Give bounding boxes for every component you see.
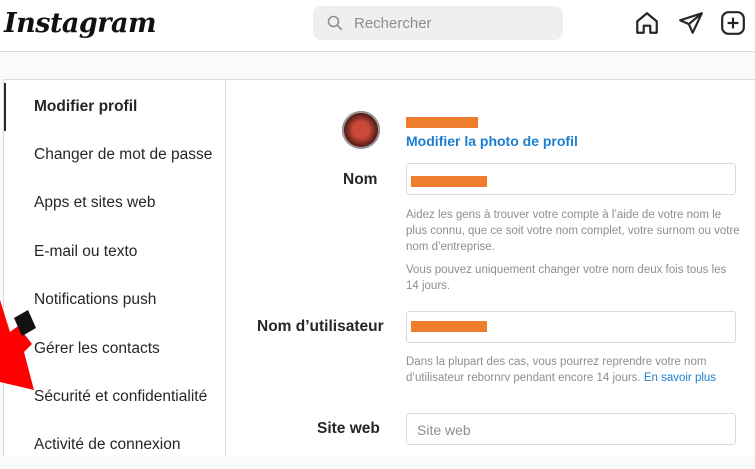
search-placeholder: Rechercher bbox=[354, 15, 432, 32]
settings-panel: Modifier profil Changer de mot de passe … bbox=[3, 79, 755, 457]
username-help-text: Dans la plupart des cas, vous pourrez re… bbox=[406, 354, 741, 386]
sidebar-item-login-activity[interactable]: Activité de connexion bbox=[4, 421, 225, 469]
settings-sidebar: Modifier profil Changer de mot de passe … bbox=[4, 80, 226, 457]
sidebar-item-edit-profile[interactable]: Modifier profil bbox=[4, 83, 225, 131]
sidebar-item-apps-websites[interactable]: Apps et sites web bbox=[4, 179, 225, 227]
instagram-logo[interactable]: Instagram bbox=[4, 8, 157, 39]
new-post-icon[interactable] bbox=[720, 10, 746, 36]
avatar-ring bbox=[342, 111, 380, 149]
change-profile-photo-link[interactable]: Modifier la photo de profil bbox=[406, 133, 578, 149]
sidebar-item-email-sms[interactable]: E-mail ou texto bbox=[4, 228, 225, 276]
website-label: Site web bbox=[317, 420, 380, 437]
sidebar-item-manage-contacts[interactable]: Gérer les contacts bbox=[4, 325, 225, 373]
website-placeholder: Site web bbox=[417, 422, 471, 438]
name-label: Nom bbox=[343, 171, 378, 188]
home-icon[interactable] bbox=[634, 10, 660, 36]
redacted-name-value bbox=[411, 176, 487, 187]
sidebar-item-change-password[interactable]: Changer de mot de passe bbox=[4, 131, 225, 179]
edit-profile-form: Modifier la photo de profil Nom Aidez le… bbox=[226, 80, 755, 457]
name-help-text: Aidez les gens à trouver votre compte à … bbox=[406, 209, 740, 253]
search-icon bbox=[327, 15, 343, 31]
redacted-username-value bbox=[411, 321, 487, 332]
sidebar-item-privacy-security[interactable]: Sécurité et confidentialité bbox=[4, 373, 225, 421]
username-field[interactable] bbox=[406, 311, 736, 343]
search-box[interactable]: Rechercher bbox=[313, 6, 563, 40]
name-field[interactable] bbox=[406, 163, 736, 195]
learn-more-link[interactable]: En savoir plus bbox=[644, 372, 716, 384]
redacted-username bbox=[406, 117, 478, 128]
name-change-limit-text: Vous pouvez uniquement changer votre nom… bbox=[406, 264, 727, 292]
sidebar-item-push-notifications[interactable]: Notifications push bbox=[4, 276, 225, 324]
website-field[interactable]: Site web bbox=[406, 413, 736, 445]
top-navigation-bar: Instagram Rechercher bbox=[0, 0, 755, 52]
username-label: Nom d’utilisateur bbox=[257, 318, 384, 335]
send-icon[interactable] bbox=[678, 10, 704, 36]
